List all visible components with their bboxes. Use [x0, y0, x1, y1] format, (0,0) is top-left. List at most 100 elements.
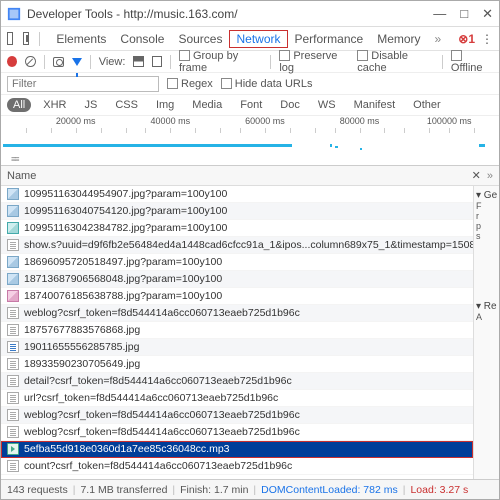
status-finish: Finish: 1.7 min: [180, 484, 248, 496]
separator: [44, 55, 45, 69]
close-panel-icon[interactable]: ✕: [472, 169, 481, 182]
resource-icon: [7, 460, 19, 472]
tick-label: 20000 ms: [56, 116, 96, 126]
request-row[interactable]: show.s?uuid=d9f6fb2e56484ed4a1448cad6cfc…: [1, 237, 473, 254]
overview-marker: [360, 148, 362, 150]
request-row[interactable]: weblog?csrf_token=f8d544414a6cc060713eae…: [1, 424, 473, 441]
tab-memory[interactable]: Memory: [370, 30, 427, 48]
side-group[interactable]: ▾ Re: [476, 301, 497, 312]
tick-label: 100000 ms: [427, 116, 472, 126]
request-name: 18740076185638788.jpg?param=100y100: [24, 290, 222, 302]
columns-overflow[interactable]: »: [487, 170, 493, 182]
timeline-overview[interactable]: 20000 ms 40000 ms 60000 ms 80000 ms 1000…: [1, 116, 499, 166]
request-name: 5efba55d918e0360d1a7ee85c36048cc.mp3: [24, 443, 230, 455]
tab-console[interactable]: Console: [113, 30, 171, 48]
request-name: 19011655556285785.jpg: [24, 341, 139, 353]
disable-cache-checkbox[interactable]: Disable cache: [357, 50, 434, 74]
separator: [90, 55, 91, 69]
group-by-frame-checkbox[interactable]: Group by frame: [179, 50, 262, 74]
window-title: Developer Tools - http://music.163.com/: [27, 7, 433, 21]
request-name: detail?csrf_token=f8d544414a6cc060713eae…: [24, 375, 292, 387]
devtools-icon: [7, 7, 21, 21]
request-name: 109951163042384782.jpg?param=100y100: [24, 222, 227, 234]
tab-sources[interactable]: Sources: [171, 30, 229, 48]
status-requests: 143 requests: [7, 484, 68, 496]
request-row[interactable]: 109951163040754120.jpg?param=100y100: [1, 203, 473, 220]
offline-checkbox[interactable]: Offline: [451, 50, 493, 74]
filter-img[interactable]: Img: [150, 98, 180, 112]
tick-label: 40000 ms: [151, 116, 191, 126]
filter-xhr[interactable]: XHR: [37, 98, 72, 112]
waterfall-icon[interactable]: [152, 56, 162, 67]
request-row[interactable]: 18713687906568048.jpg?param=100y100: [1, 271, 473, 288]
hide-dataurls-checkbox[interactable]: Hide data URLs: [221, 78, 313, 90]
filter-input[interactable]: [7, 76, 159, 92]
overview-marker: [479, 144, 485, 147]
request-row[interactable]: 18740076185638788.jpg?param=100y100: [1, 288, 473, 305]
filter-other[interactable]: Other: [407, 98, 447, 112]
resource-icon: [7, 222, 19, 234]
filter-all[interactable]: All: [7, 98, 31, 112]
request-name: count?csrf_token=f8d544414a6cc060713eaeb…: [24, 460, 292, 472]
request-name: url?csrf_token=f8d544414a6cc060713eaeb72…: [24, 392, 278, 404]
request-row[interactable]: 5efba55d918e0360d1a7ee85c36048cc.mp3: [1, 441, 473, 458]
request-list[interactable]: 109951163044954907.jpg?param=100y100 1099…: [1, 186, 473, 479]
settings-menu-icon[interactable]: ⋮: [481, 32, 493, 46]
resource-icon: [7, 188, 19, 200]
request-name: 109951163044954907.jpg?param=100y100: [24, 188, 227, 200]
inspect-icon[interactable]: [7, 32, 13, 45]
filter-media[interactable]: Media: [186, 98, 228, 112]
screenshot-icon[interactable]: [53, 57, 64, 67]
tab-performance[interactable]: Performance: [288, 30, 371, 48]
filter-doc[interactable]: Doc: [274, 98, 306, 112]
request-name: 18713687906568048.jpg?param=100y100: [24, 273, 222, 285]
side-group[interactable]: ▾ Ge: [476, 190, 497, 201]
separator: [442, 55, 443, 69]
large-rows-icon[interactable]: [133, 56, 143, 67]
column-name[interactable]: Name: [7, 170, 36, 182]
request-row[interactable]: 18696095720518497.jpg?param=100y100: [1, 254, 473, 271]
resource-icon: [7, 324, 19, 336]
device-icon[interactable]: [23, 32, 29, 45]
resource-icon: [7, 358, 19, 370]
maximize-button[interactable]: □: [460, 6, 468, 22]
resource-icon: [7, 409, 19, 421]
tick-label: 80000 ms: [340, 116, 380, 126]
request-row[interactable]: 19011655556285785.jpg: [1, 339, 473, 356]
filter-js[interactable]: JS: [78, 98, 103, 112]
tab-elements[interactable]: Elements: [49, 30, 113, 48]
error-badge[interactable]: ⊗1: [458, 32, 475, 46]
request-row[interactable]: url?csrf_token=f8d544414a6cc060713eaeb72…: [1, 390, 473, 407]
filter-ws[interactable]: WS: [312, 98, 342, 112]
request-row[interactable]: count?csrf_token=f8d544414a6cc060713eaeb…: [1, 458, 473, 475]
record-button[interactable]: [7, 56, 17, 67]
filter-icon[interactable]: [72, 58, 82, 66]
tabs-overflow[interactable]: »: [428, 30, 449, 48]
status-load: Load: 3.27 s: [410, 484, 468, 496]
tick-label: 60000 ms: [245, 116, 285, 126]
request-name: show.s?uuid=d9f6fb2e56484ed4a1448cad6cfc…: [24, 239, 473, 251]
timeline-handle[interactable]: ≡≡: [11, 154, 18, 164]
separator: [270, 55, 271, 69]
filter-font[interactable]: Font: [234, 98, 268, 112]
filter-manifest[interactable]: Manifest: [348, 98, 402, 112]
tab-network[interactable]: Network: [229, 30, 287, 48]
preserve-log-checkbox[interactable]: Preserve log: [279, 50, 349, 74]
status-transferred: 7.1 MB transferred: [80, 484, 167, 496]
clear-button[interactable]: [25, 56, 35, 67]
request-row[interactable]: 109951163044954907.jpg?param=100y100: [1, 186, 473, 203]
side-panel: ▾ Ge F r p s ▾ Re A: [473, 186, 499, 479]
close-button[interactable]: ✕: [482, 6, 493, 22]
request-row[interactable]: 18757677883576868.jpg: [1, 322, 473, 339]
resource-icon: [7, 375, 19, 387]
request-row[interactable]: detail?csrf_token=f8d544414a6cc060713eae…: [1, 373, 473, 390]
request-row[interactable]: 109951163042384782.jpg?param=100y100: [1, 220, 473, 237]
separator: [170, 55, 171, 69]
request-row[interactable]: weblog?csrf_token=f8d544414a6cc060713eae…: [1, 407, 473, 424]
regex-checkbox[interactable]: Regex: [167, 78, 213, 90]
request-row[interactable]: 18933590230705649.jpg: [1, 356, 473, 373]
filter-css[interactable]: CSS: [109, 98, 144, 112]
request-row[interactable]: weblog?csrf_token=f8d544414a6cc060713eae…: [1, 305, 473, 322]
resource-icon: [7, 426, 19, 438]
minimize-button[interactable]: —: [433, 6, 446, 22]
